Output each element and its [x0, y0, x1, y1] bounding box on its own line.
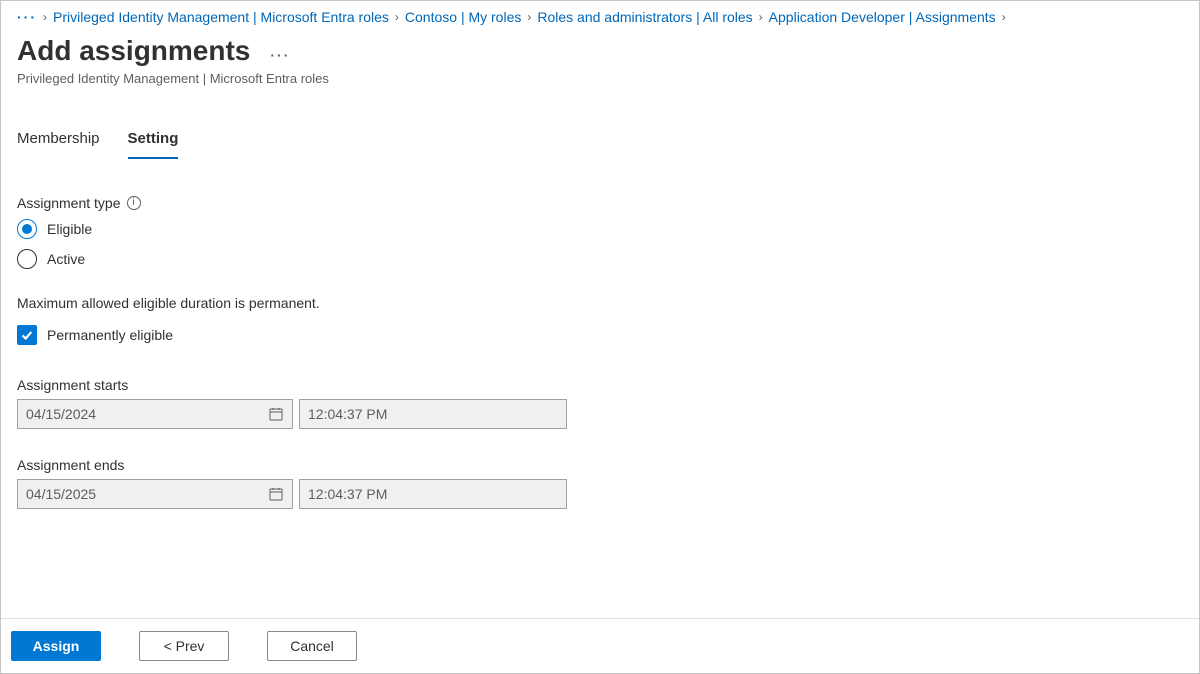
calendar-icon	[268, 486, 284, 502]
permanently-eligible-label: Permanently eligible	[47, 327, 173, 343]
start-date-value: 04/15/2024	[26, 406, 96, 422]
calendar-icon	[268, 406, 284, 422]
chevron-right-icon: ›	[527, 10, 531, 24]
breadcrumb-item-contoso[interactable]: Contoso | My roles	[405, 9, 521, 25]
more-actions-icon[interactable]: ···	[270, 48, 290, 64]
breadcrumb-item-appdev[interactable]: Application Developer | Assignments	[769, 9, 996, 25]
start-time-value: 12:04:37 PM	[308, 406, 387, 422]
breadcrumb-overflow[interactable]: ···	[17, 10, 37, 24]
start-date-input[interactable]: 04/15/2024	[17, 399, 293, 429]
cancel-button[interactable]: Cancel	[267, 631, 357, 661]
permanently-eligible-checkbox[interactable]: Permanently eligible	[17, 325, 1183, 345]
duration-note: Maximum allowed eligible duration is per…	[17, 295, 1183, 311]
assignment-type-radiogroup: Eligible Active	[17, 219, 1183, 269]
footer: Assign < Prev Cancel	[1, 618, 1199, 673]
end-date-value: 04/15/2025	[26, 486, 96, 502]
radio-active-label: Active	[47, 251, 85, 267]
breadcrumb-item-roles[interactable]: Roles and administrators | All roles	[537, 9, 752, 25]
assignment-type-label: Assignment type	[17, 195, 121, 211]
info-icon[interactable]: i	[127, 196, 141, 210]
radio-eligible-label: Eligible	[47, 221, 92, 237]
page-subtitle: Privileged Identity Management | Microso…	[17, 71, 1183, 86]
assignment-ends-label: Assignment ends	[17, 457, 1183, 473]
prev-button[interactable]: < Prev	[139, 631, 229, 661]
radio-icon	[17, 249, 37, 269]
end-time-value: 12:04:37 PM	[308, 486, 387, 502]
end-date-input[interactable]: 04/15/2025	[17, 479, 293, 509]
tab-membership[interactable]: Membership	[17, 124, 100, 159]
start-time-input[interactable]: 12:04:37 PM	[299, 399, 567, 429]
chevron-right-icon: ›	[395, 10, 399, 24]
breadcrumb: ··· › Privileged Identity Management | M…	[1, 1, 1199, 29]
radio-icon	[17, 219, 37, 239]
radio-eligible[interactable]: Eligible	[17, 219, 1183, 239]
end-time-input[interactable]: 12:04:37 PM	[299, 479, 567, 509]
breadcrumb-item-pim[interactable]: Privileged Identity Management | Microso…	[53, 9, 389, 25]
page-title: Add assignments	[17, 35, 250, 67]
chevron-right-icon: ›	[759, 10, 763, 24]
checkbox-checked-icon	[17, 325, 37, 345]
tab-setting[interactable]: Setting	[128, 124, 179, 159]
assignment-starts-label: Assignment starts	[17, 377, 1183, 393]
chevron-right-icon: ›	[1002, 10, 1006, 24]
tabs: Membership Setting	[1, 124, 1199, 159]
assign-button[interactable]: Assign	[11, 631, 101, 661]
chevron-right-icon: ›	[43, 10, 47, 24]
radio-active[interactable]: Active	[17, 249, 1183, 269]
